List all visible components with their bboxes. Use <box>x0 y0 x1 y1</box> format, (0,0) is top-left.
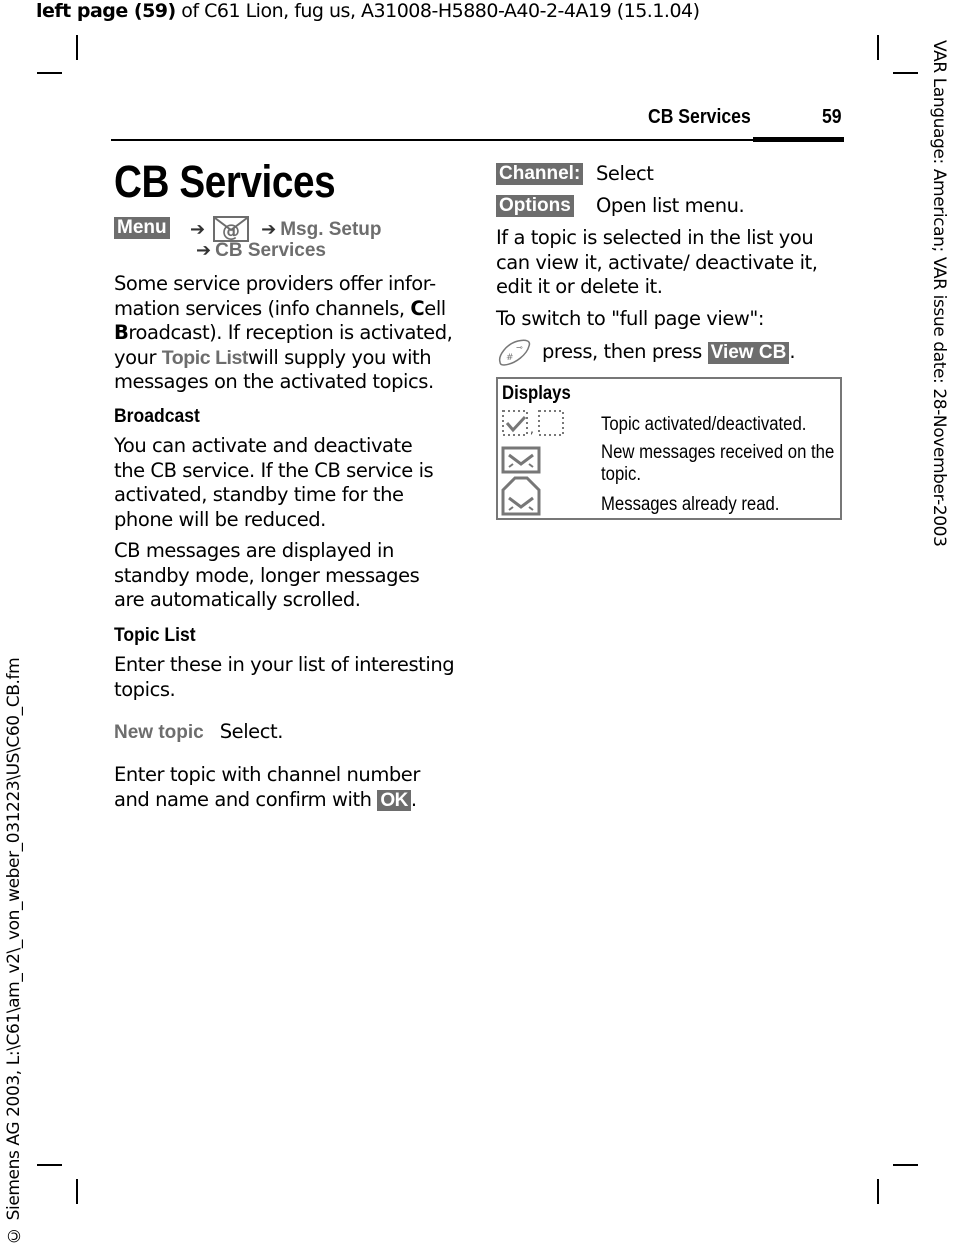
display-row-text: Messages already read. <box>601 494 780 515</box>
topic-selected-paragraph: If a topic is selected in the list you c… <box>496 226 818 298</box>
running-header-title: CB Services <box>648 106 751 128</box>
options-key-row: Options <box>496 195 574 217</box>
section-heading-broadcast: Broadcast <box>114 405 200 427</box>
header-rule-accent <box>753 137 844 142</box>
section-heading-topic-list: Topic List <box>114 624 196 646</box>
crop-mark <box>37 1164 62 1166</box>
topic-list-paragraph: Enter these in your list of interesting … <box>114 653 455 701</box>
new-topic-row: New topic Select. <box>114 720 283 745</box>
menu-path: Menu <box>114 217 170 239</box>
crop-mark <box>37 72 62 74</box>
arrow-icon: ➔ <box>190 219 206 241</box>
var-language-info: VAR Language: American; VAR issue date: … <box>929 40 949 547</box>
menu-key: Menu <box>114 217 170 239</box>
crop-mark <box>893 72 918 74</box>
options-key: Options <box>496 195 574 217</box>
displays-table: Displays , Topic activated/deactivated. … <box>496 377 842 520</box>
display-row-text: Topic activated/deactivated. <box>601 414 807 435</box>
hash-key-instruction: # ⊸ press, then press View CB. <box>496 338 795 371</box>
crop-mark <box>877 35 879 60</box>
header-rule <box>111 139 844 141</box>
svg-text:⊸: ⊸ <box>516 343 523 352</box>
read-message-icon <box>501 476 541 521</box>
checkbox-icons: , <box>501 409 567 442</box>
broadcast-paragraph-2: CB messages are displayed in standby mod… <box>114 539 420 611</box>
page-title: CB Services <box>114 156 336 207</box>
menu-link-msg-setup: Msg. Setup <box>280 219 382 241</box>
document-info-line: left page (59) of C61 Lion, fug us, A310… <box>36 0 700 22</box>
channel-key-row: Channel: <box>496 163 584 185</box>
enter-topic-paragraph: Enter topic with channel number and name… <box>114 763 420 811</box>
page-reference: left page (59) <box>36 0 176 22</box>
intro-paragraph: Some service providers offer infor-matio… <box>114 272 453 393</box>
display-row-text: New messages received on the topic. <box>601 442 835 485</box>
topic-list-link: Topic List <box>161 346 249 369</box>
document-reference: of C61 Lion, fug us, A31008-H5880-A40-2-… <box>175 0 700 22</box>
arrow-icon: ➔ <box>196 240 212 261</box>
svg-text:,: , <box>530 422 534 436</box>
new-message-icon <box>501 446 541 479</box>
ok-key: OK <box>377 789 411 811</box>
full-page-view-paragraph: To switch to "full page view": <box>496 307 765 330</box>
page-number: 59 <box>822 106 842 128</box>
view-cb-key: View CB <box>707 342 790 365</box>
channel-key: Channel: <box>496 163 584 185</box>
crop-mark <box>76 1179 78 1204</box>
arrow-icon: ➔ <box>261 219 277 241</box>
svg-text:@: @ <box>222 221 240 242</box>
channel-action: Select <box>596 162 654 185</box>
displays-heading: Displays <box>502 383 571 404</box>
menu-path-line-2: ➔ CB Services <box>196 240 326 262</box>
crop-mark <box>893 1164 918 1166</box>
broadcast-paragraph-1: You can activate and deactivate the CB s… <box>114 434 434 531</box>
crop-mark <box>76 35 78 60</box>
new-topic-action: Select. <box>219 720 284 743</box>
new-topic-label: New topic <box>114 722 204 743</box>
svg-text:#: # <box>506 353 514 363</box>
options-action: Open list menu. <box>596 194 745 217</box>
menu-link-cb-services: CB Services <box>215 240 326 261</box>
hash-key-icon: # ⊸ <box>496 338 532 371</box>
copyright-file-path: © Siemens AG 2003, L:\C61\am_v2\_von_web… <box>4 657 24 1245</box>
crop-mark <box>877 1179 879 1204</box>
